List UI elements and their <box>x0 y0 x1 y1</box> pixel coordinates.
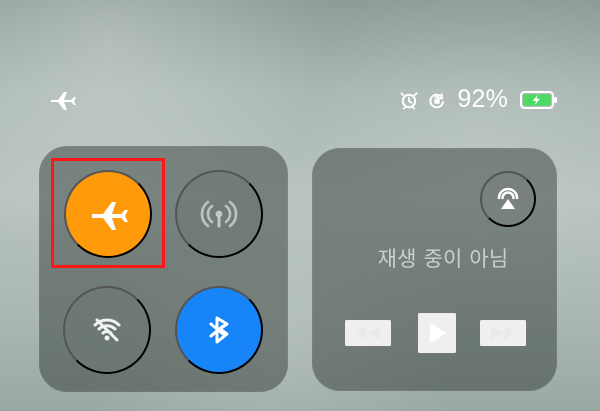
next-track-icon <box>491 326 515 340</box>
previous-track-icon <box>356 326 380 340</box>
battery-icon <box>520 90 558 110</box>
previous-track-button[interactable] <box>344 319 392 347</box>
alarm-icon <box>400 91 418 109</box>
bluetooth-button[interactable] <box>175 286 263 374</box>
status-airplane-icon <box>48 88 76 112</box>
now-playing-status: 재생 중이 아님 <box>377 247 509 271</box>
wifi-off-icon <box>93 318 121 342</box>
wifi-button[interactable] <box>63 286 151 374</box>
play-icon <box>429 322 447 344</box>
cellular-data-button[interactable] <box>175 170 263 258</box>
cellular-data-icon <box>200 200 238 228</box>
airplane-icon <box>92 202 128 230</box>
next-track-button[interactable] <box>479 319 527 347</box>
airplay-button[interactable] <box>480 171 536 227</box>
status-bar: 92% <box>0 0 600 130</box>
bluetooth-icon <box>209 316 229 344</box>
rotation-lock-icon <box>429 92 445 108</box>
airplane-mode-button[interactable] <box>64 170 152 258</box>
battery-percentage: 92% <box>457 85 508 113</box>
status-right-group: 92% <box>399 87 558 112</box>
airplay-icon <box>497 187 519 209</box>
play-button[interactable] <box>417 312 457 354</box>
